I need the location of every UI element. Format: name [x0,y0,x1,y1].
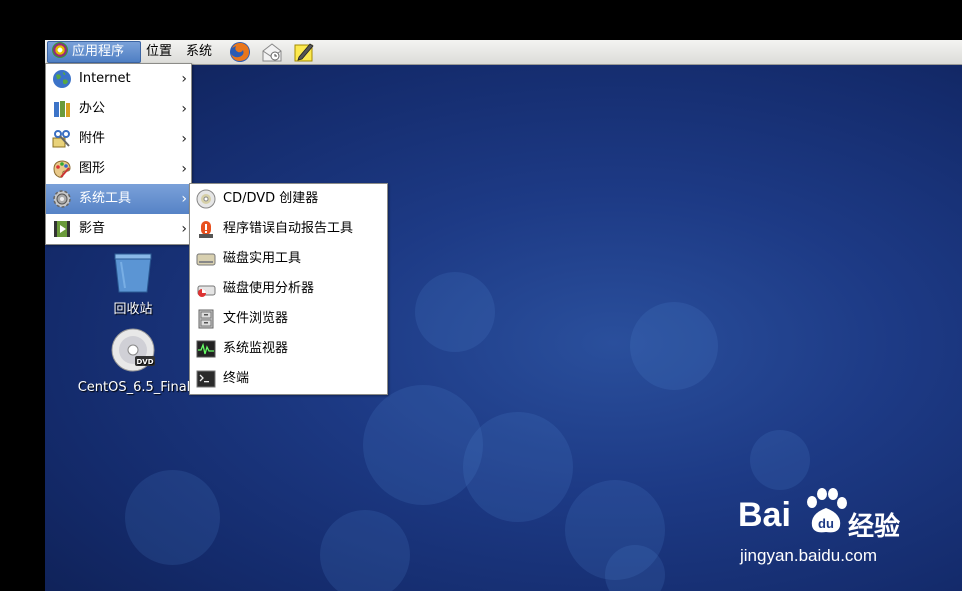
system-tools-submenu: CD/DVD 创建器 程序错误自动报告工具 磁盘实用工具 磁盘使用分析器 文件浏… [189,183,388,395]
applications-menu[interactable]: 应用程序 [47,41,141,63]
dvd-label: CentOS_6.5_Final [77,380,191,395]
dvd-badge: DVD [136,358,153,366]
baidu-url: jingyan.baidu.com [740,546,878,565]
office-icon [54,101,70,117]
submenu-item-abrt[interactable]: 程序错误自动报告工具 [190,214,387,244]
submenu-item-label: 程序错误自动报告工具 [223,221,354,236]
monitor-icon [196,340,216,358]
system-tools-icon [53,190,71,208]
cd-icon [196,189,216,209]
chevron-right-icon: › [181,161,187,177]
menu-item-label: 附件 [79,131,106,146]
submenu-item-label: 磁盘使用分析器 [223,281,315,296]
submenu-item-disk-utility[interactable]: 磁盘实用工具 [190,244,387,274]
places-menu[interactable]: 位置 [142,42,176,62]
submenu-item-label: 磁盘实用工具 [223,251,302,266]
submenu-item-cd-creator[interactable]: CD/DVD 创建器 [190,184,387,214]
firefox-launcher[interactable] [229,41,251,63]
trash-label: 回收站 [113,302,153,317]
applications-dropdown: Internet › 办公 › 附件 › 图形 › 系统工具 › 影音 › [45,63,192,245]
mail-clock-icon [262,43,282,62]
menu-item-system-tools[interactable]: 系统工具 › [46,184,191,214]
menu-item-accessories[interactable]: 附件 › [46,124,191,154]
disk-usage-icon [197,285,216,297]
accessories-icon [52,130,70,148]
baidu-watermark: Bai du 经验 jingyan.baidu.com [738,488,938,572]
globe-icon [53,70,71,88]
submenu-item-label: CD/DVD 创建器 [223,191,319,206]
submenu-item-label: 终端 [223,371,250,386]
submenu-item-label: 系统监视器 [223,341,289,356]
multimedia-icon [54,221,70,237]
menu-item-graphics[interactable]: 图形 › [46,154,191,184]
menu-item-label: Internet [79,71,131,86]
mail-launcher[interactable] [261,41,283,63]
baidu-paw-icon: du [807,488,847,533]
submenu-item-terminal[interactable]: 终端 [190,364,387,394]
menu-item-multimedia[interactable]: 影音 › [46,214,191,244]
svg-text:du: du [818,516,834,531]
chevron-right-icon: › [181,221,187,237]
dvd-desktop-icon[interactable]: DVD CentOS_6.5_Final [72,328,196,395]
applications-icon [52,42,68,58]
menu-item-label: 影音 [79,221,106,236]
system-menu[interactable]: 系统 [182,42,216,62]
chevron-right-icon: › [181,71,187,87]
trash-desktop-icon[interactable]: 回收站 [95,250,171,317]
alert-icon [199,221,213,238]
trash-icon [114,253,152,293]
menu-item-office[interactable]: 办公 › [46,94,191,124]
chevron-right-icon: › [181,131,187,147]
graphics-icon [53,160,71,178]
chevron-right-icon: › [181,101,187,117]
menu-item-label: 办公 [79,101,106,116]
chevron-right-icon: › [181,191,187,207]
submenu-item-file-browser[interactable]: 文件浏览器 [190,304,387,334]
dvd-disc-icon: DVD [111,328,155,372]
menu-item-label: 系统工具 [79,191,132,206]
baidu-brand-left: Bai [738,496,791,534]
baidu-brand-right: 经验 [848,512,901,542]
file-cabinet-icon [198,309,214,329]
submenu-item-disk-usage[interactable]: 磁盘使用分析器 [190,274,387,304]
top-panel: 应用程序 位置 系统 [45,40,962,65]
submenu-item-label: 文件浏览器 [223,311,289,326]
terminal-icon [196,370,216,388]
menu-item-label: 图形 [79,161,106,176]
applications-label: 应用程序 [72,44,125,59]
disk-icon [196,253,216,266]
notes-launcher[interactable] [293,41,315,63]
submenu-item-system-monitor[interactable]: 系统监视器 [190,334,387,364]
menu-item-internet[interactable]: Internet › [46,64,191,94]
notes-pencil-icon [294,43,314,62]
firefox-icon [230,42,250,62]
